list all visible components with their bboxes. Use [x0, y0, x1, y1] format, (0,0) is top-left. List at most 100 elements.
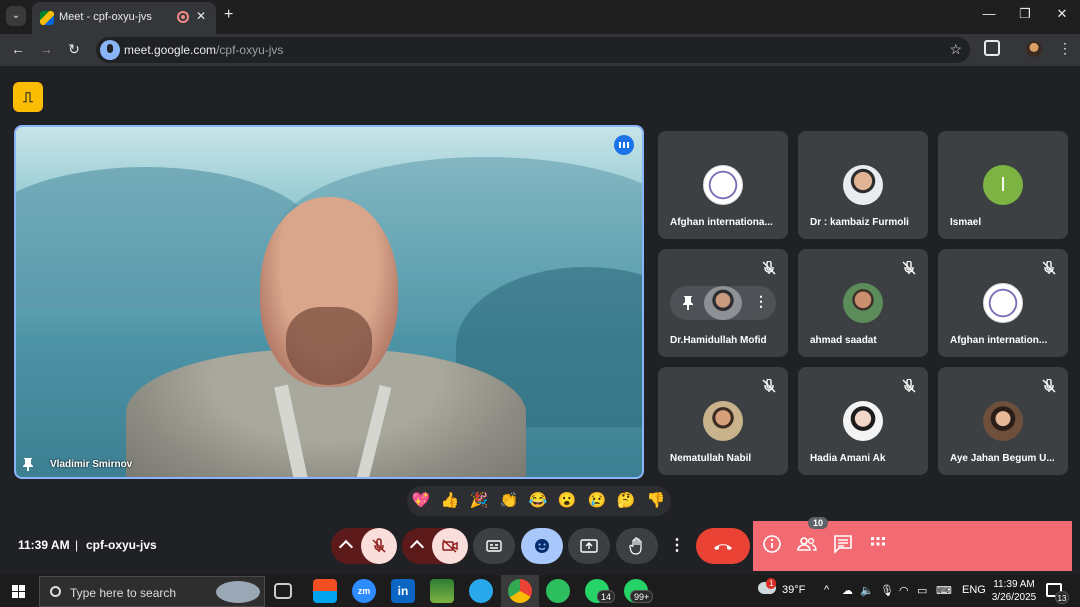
- reaction-thumbs-up[interactable]: 👍: [440, 491, 460, 511]
- mic-toggle-button[interactable]: [361, 528, 397, 564]
- system-clock[interactable]: 11:39 AM 3/26/2025: [990, 578, 1038, 604]
- tab-search-button[interactable]: ⌄: [6, 6, 26, 26]
- microsoft-store-icon[interactable]: [313, 579, 337, 603]
- participant-name: Hadia Amani Ak: [810, 453, 886, 464]
- participant-avatar: I: [983, 165, 1023, 205]
- participant-avatar: [703, 401, 743, 441]
- camera-control[interactable]: [402, 528, 468, 564]
- reaction-thinking[interactable]: 🤔: [616, 491, 636, 511]
- reload-icon[interactable]: ↻: [65, 41, 83, 58]
- microphone-tray-icon[interactable]: 🎙: [880, 584, 894, 597]
- url-text: meet.google.com/cpf-oxyu-jvs: [124, 43, 283, 57]
- battery-icon[interactable]: ▭: [917, 584, 927, 597]
- reaction-thumbs-down[interactable]: 👎: [646, 491, 666, 511]
- meet-stage: ⎍ Vladimir Smirnov Afghan internationa..…: [0, 66, 1080, 575]
- pin-icon[interactable]: [682, 295, 694, 311]
- language-indicator[interactable]: ENG: [962, 584, 986, 596]
- reaction-clap[interactable]: 👏: [499, 491, 519, 511]
- participant-avatar: [843, 283, 883, 323]
- show-hidden-icons-icon[interactable]: ^: [824, 584, 829, 596]
- mic-muted-icon: [762, 261, 776, 275]
- participant-name: Ismael: [950, 217, 982, 228]
- people-icon[interactable]: [796, 533, 818, 555]
- wifi-icon[interactable]: ◠: [899, 584, 909, 597]
- mic-muted-icon: [762, 379, 776, 393]
- raise-hand-button[interactable]: [616, 528, 658, 564]
- browser-menu-icon[interactable]: ⋮: [1058, 40, 1072, 57]
- more-options-icon[interactable]: ⋮: [666, 528, 688, 564]
- extensions-icon[interactable]: [984, 40, 1000, 56]
- chat-icon[interactable]: [832, 533, 854, 555]
- zoom-app-icon[interactable]: zm: [352, 579, 376, 603]
- restore-button[interactable]: ❐: [1015, 6, 1035, 22]
- url-path: /cpf-oxyu-jvs: [216, 43, 284, 57]
- participant-tile[interactable]: Dr : kambaiz Furmoli: [798, 131, 928, 239]
- microphone-control[interactable]: [331, 528, 397, 564]
- camera-toggle-button[interactable]: [432, 528, 468, 564]
- telegram-app-icon[interactable]: [469, 579, 493, 603]
- mic-muted-icon: [902, 261, 916, 275]
- participant-tile[interactable]: Aye Jahan Begum U...: [938, 367, 1068, 475]
- info-icon[interactable]: [761, 533, 783, 555]
- participant-name: Afghan internation...: [950, 335, 1048, 346]
- photos-app-icon[interactable]: [430, 579, 454, 603]
- task-view-icon[interactable]: [274, 583, 292, 599]
- activities-grid-icon[interactable]: [867, 533, 889, 555]
- reaction-sad[interactable]: 😢: [587, 491, 607, 511]
- speaker-icon[interactable]: 🔈: [860, 584, 874, 597]
- participant-tile[interactable]: Hadia Amani Ak: [798, 367, 928, 475]
- forward-arrow-icon[interactable]: →: [37, 41, 55, 57]
- new-tab-button[interactable]: +: [224, 6, 233, 24]
- close-window-button[interactable]: ✕: [1052, 6, 1072, 22]
- meet-favicon-icon: [40, 11, 54, 25]
- participant-tile[interactable]: I Ismael: [938, 131, 1068, 239]
- participant-avatar: [983, 283, 1023, 323]
- chrome-app-icon[interactable]: [508, 579, 532, 603]
- reaction-surprised[interactable]: 😮: [557, 491, 577, 511]
- leave-call-button[interactable]: [696, 528, 750, 564]
- more-options-icon[interactable]: ⋮: [754, 293, 768, 310]
- participant-tile[interactable]: ahmad saadat: [798, 249, 928, 357]
- onedrive-icon[interactable]: ☁: [842, 584, 853, 597]
- emoji-reactions-button[interactable]: [521, 528, 563, 564]
- linkedin-app-icon[interactable]: in: [391, 579, 415, 603]
- windows-taskbar: Type here to search zm in 14 99+ 1 39°F …: [0, 575, 1080, 607]
- chevron-up-icon[interactable]: [338, 539, 354, 555]
- participant-tile[interactable]: Afghan internationa...: [658, 131, 788, 239]
- participant-name: Aye Jahan Begum U...: [950, 453, 1055, 464]
- participant-name: Nematullah Nabil: [670, 453, 752, 464]
- pin-icon[interactable]: [22, 457, 34, 471]
- taskbar-search-box[interactable]: Type here to search: [39, 576, 265, 607]
- duo-app-icon[interactable]: [546, 579, 570, 603]
- reaction-party-popper[interactable]: 🎉: [469, 491, 489, 511]
- participant-tile[interactable]: Dr.Hamidullah Mofid ⋮: [658, 249, 788, 357]
- keyboard-icon[interactable]: ⌨: [936, 584, 952, 597]
- people-count-badge: 10: [808, 517, 828, 529]
- meet-app-logo-icon[interactable]: ⎍: [13, 82, 43, 112]
- participant-name: Dr.Hamidullah Mofid: [670, 335, 767, 346]
- minimize-button[interactable]: —: [979, 6, 999, 21]
- hand-icon: [629, 537, 642, 555]
- weather-temperature[interactable]: 39°F: [782, 584, 805, 596]
- microphone-site-icon[interactable]: [100, 40, 120, 60]
- reaction-sparkling-heart[interactable]: 💖: [411, 491, 431, 511]
- main-speaker-video[interactable]: Vladimir Smirnov: [14, 125, 644, 479]
- participant-tile[interactable]: Nematullah Nabil: [658, 367, 788, 475]
- present-screen-button[interactable]: [568, 528, 610, 564]
- tab-close-icon[interactable]: ✕: [196, 9, 206, 23]
- address-bar[interactable]: meet.google.com/cpf-oxyu-jvs ☆: [96, 37, 970, 63]
- back-arrow-icon[interactable]: ←: [9, 41, 27, 57]
- chevron-up-icon[interactable]: [409, 539, 425, 555]
- windows-start-icon[interactable]: [12, 585, 25, 598]
- tab-title: Meet - cpf-oxyu-jvs: [59, 11, 152, 23]
- recording-icon: [177, 11, 189, 23]
- captions-button[interactable]: [473, 528, 515, 564]
- whatsapp-business-badge: 99+: [630, 590, 654, 603]
- profile-avatar[interactable]: [1026, 41, 1042, 57]
- reaction-laugh[interactable]: 😂: [528, 491, 548, 511]
- clock-time: 11:39 AM: [993, 579, 1035, 590]
- participant-tile[interactable]: Afghan internation...: [938, 249, 1068, 357]
- reactions-bar: 💖 👍 🎉 👏 😂 😮 😢 🤔 👎: [407, 486, 671, 516]
- bookmark-star-icon[interactable]: ☆: [949, 41, 962, 58]
- tab-meet[interactable]: Meet - cpf-oxyu-jvs ✕: [32, 2, 216, 34]
